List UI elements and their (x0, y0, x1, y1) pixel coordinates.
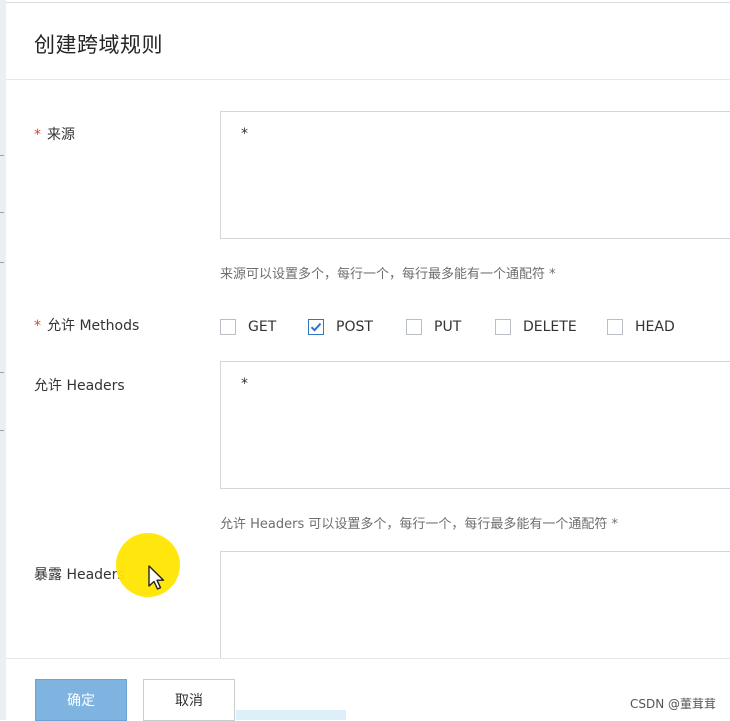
method-label: HEAD (635, 319, 675, 335)
mouse-pointer-icon (148, 565, 165, 590)
dialog-title: 创建跨域规则 (34, 33, 163, 57)
allow-headers-textarea[interactable]: * (220, 361, 730, 489)
put-checkbox[interactable] (406, 319, 422, 335)
background-glow (236, 710, 346, 720)
confirm-button[interactable]: 确定 (35, 679, 127, 721)
origin-label: * 来源 (34, 127, 75, 143)
origin-hint: 来源可以设置多个，每行一个，每行最多能有一个通配符 * (220, 267, 556, 282)
method-post[interactable]: POST (308, 316, 373, 338)
required-mark: * (34, 127, 41, 143)
footer-divider (6, 658, 730, 659)
method-label: PUT (434, 319, 462, 335)
checkmark-icon (310, 322, 322, 332)
method-label: POST (336, 319, 373, 335)
allow-headers-label: 允许 Headers (34, 378, 125, 394)
method-delete[interactable]: DELETE (495, 316, 577, 338)
required-mark: * (34, 318, 41, 334)
delete-checkbox[interactable] (495, 319, 511, 335)
method-label: DELETE (523, 319, 577, 335)
watermark: CSDN @董茸茸 (629, 697, 716, 711)
create-cors-rule-dialog: 创建跨域规则 * 来源 * 来源可以设置多个，每行一个，每行最多能有一个通配符 *… (6, 2, 730, 721)
post-checkbox[interactable] (308, 319, 324, 335)
method-put[interactable]: PUT (406, 316, 461, 338)
origin-textarea[interactable]: * (220, 111, 730, 239)
head-checkbox[interactable] (607, 319, 623, 335)
title-divider (6, 79, 730, 80)
method-label: GET (248, 319, 277, 335)
allow-headers-hint: 允许 Headers 可以设置多个，每行一个，每行最多能有一个通配符 * (220, 517, 619, 532)
method-get[interactable]: GET (220, 316, 276, 338)
get-checkbox[interactable] (220, 319, 236, 335)
expose-headers-label: 暴露 Headers (34, 567, 125, 583)
cancel-button[interactable]: 取消 (143, 679, 235, 721)
method-head[interactable]: HEAD (607, 316, 675, 338)
methods-label: * 允许 Methods (34, 318, 140, 334)
